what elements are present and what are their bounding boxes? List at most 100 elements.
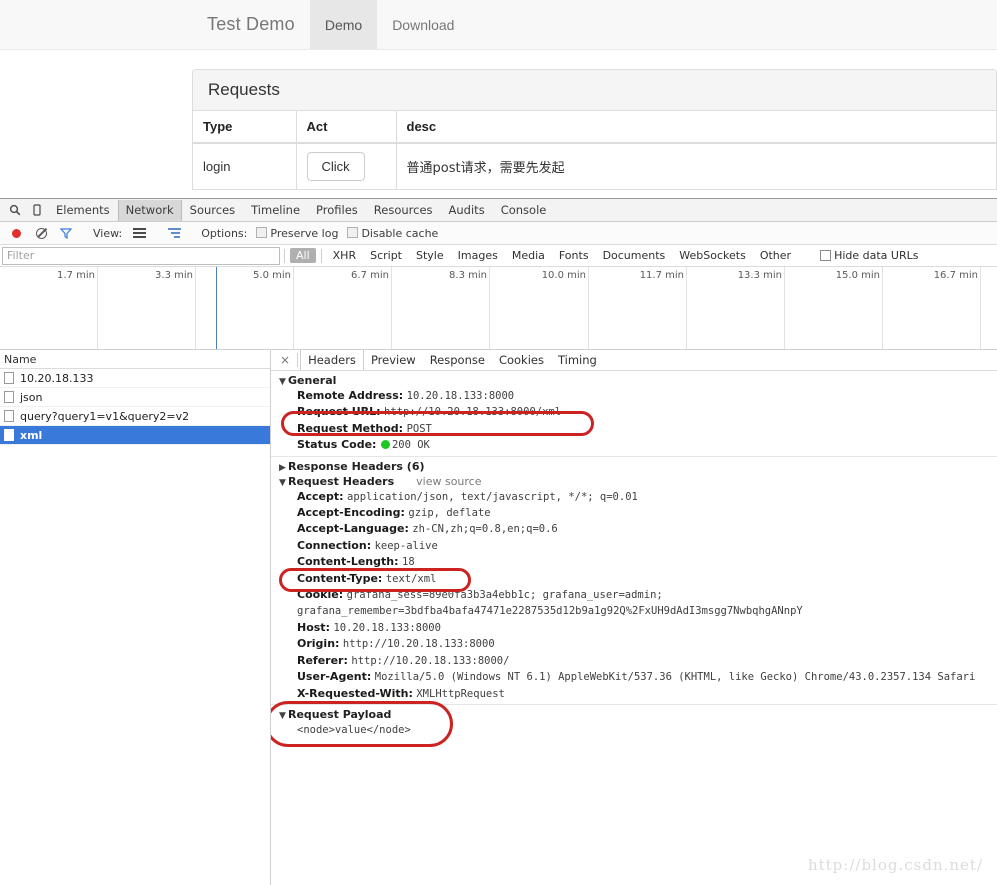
waterfall-view-icon[interactable] [163,223,185,244]
cell-desc: 普通post请求，需要先发起 [396,143,996,190]
header-value: 10.20.18.133:8000 [333,621,441,634]
header-value: text/xml [385,572,437,585]
header-row-request-url: Request URL: http://10.20.18.133:8000/xm… [271,404,997,420]
network-overview[interactable]: 1.7 min 3.3 min 5.0 min 6.7 min 8.3 min … [0,267,997,350]
filter-type-all[interactable]: All [290,248,316,263]
header-key: Referer: [297,653,348,667]
header-value: http://10.20.18.133:8000/xml [384,406,562,419]
section-general-label: General [288,374,337,387]
header-key: Request URL: [297,405,381,419]
header-value: http://10.20.18.133:8000/ [351,654,510,667]
devtools-tab-elements[interactable]: Elements [48,200,118,221]
tab-headers[interactable]: Headers [300,350,364,370]
devtools-tab-audits[interactable]: Audits [441,200,493,221]
header-key: User-Agent: [297,670,372,684]
list-item[interactable]: json [0,388,270,407]
request-list-column-name[interactable]: Name [0,350,270,369]
header-value: gzip, deflate [408,507,491,520]
filter-type-media[interactable]: Media [506,248,551,263]
request-name: xml [20,428,43,442]
chevron-down-icon: ▼ [279,477,286,488]
section-response-headers[interactable]: ▶ Response Headers (6) [271,459,997,474]
filter-type-documents[interactable]: Documents [597,248,672,263]
request-list-pane: Name 10.20.18.133 json query?query1=v1&q… [0,350,271,885]
header-value: Mozilla/5.0 (Windows NT 6.1) AppleWebKit… [374,671,976,684]
section-request-headers-label: Request Headers [288,474,395,488]
chevron-down-icon: ▼ [279,377,286,387]
preserve-log-box[interactable] [256,226,268,238]
tab-timing[interactable]: Timing [551,350,604,370]
header-value: http://10.20.18.133:8000 [342,638,495,651]
network-toolbar: View: Options: Preserve log Disable cach… [0,222,997,245]
header-row: Accept: application/json, text/javascrip… [271,489,997,505]
click-button[interactable]: Click [306,152,365,181]
detail-tabbar: × Headers Preview Response Cookies Timin… [271,350,997,371]
list-view-icon[interactable] [128,223,150,244]
view-label: View: [93,226,123,240]
document-icon [4,372,14,384]
tab-response[interactable]: Response [423,350,492,370]
request-payload-body: <node>value</node> [297,723,411,736]
filter-toolbar: All XHR Script Style Images Media Fonts … [0,245,997,267]
request-name: json [20,390,43,404]
document-icon [4,391,14,403]
nav-tab-demo[interactable]: Demo [309,0,378,49]
hide-data-urls-checkbox[interactable]: Hide data URLs [820,249,918,262]
overview-tick: 3.3 min [155,267,196,349]
header-value: XMLHttpRequest [416,687,505,700]
clear-icon[interactable] [30,223,52,244]
device-toggle-icon[interactable] [26,200,48,221]
tab-preview[interactable]: Preview [364,350,423,370]
network-body: Name 10.20.18.133 json query?query1=v1&q… [0,350,997,885]
section-request-headers[interactable]: ▼ Request Headers view source [271,474,997,489]
funnel-icon[interactable] [55,223,77,244]
view-source-link[interactable]: view source [416,475,481,488]
overview-tick: 6.7 min [351,267,392,349]
devtools-tab-network[interactable]: Network [117,199,182,221]
header-row-user-agent: User-Agent: Mozilla/5.0 (Windows NT 6.1)… [271,669,997,685]
filter-type-xhr[interactable]: XHR [327,248,362,263]
record-icon[interactable] [5,223,27,244]
filter-type-websockets[interactable]: WebSockets [673,248,752,263]
filter-input[interactable] [2,246,280,265]
preserve-log-checkbox[interactable]: Preserve log [256,226,338,240]
overview-tick: 16.7 min [934,267,981,349]
devtools-tab-console[interactable]: Console [493,200,555,221]
section-general[interactable]: ▼ General [271,373,997,388]
disable-cache-box[interactable] [347,226,359,238]
close-icon[interactable]: × [275,353,295,367]
devtools-window: Elements Network Sources Timeline Profil… [0,198,997,885]
request-detail-pane: × Headers Preview Response Cookies Timin… [271,350,997,885]
filter-type-other[interactable]: Other [754,248,797,263]
header-value: 10.20.18.133:8000 [406,390,515,402]
request-name: query?query1=v1&query2=v2 [20,409,190,423]
header-row-status: Status Code: 200 OK [271,437,997,453]
list-item[interactable]: 10.20.18.133 [0,369,270,388]
overview-tick: 1.7 min [57,267,98,349]
section-request-payload-label: Request Payload [288,707,392,721]
section-request-payload[interactable]: ▼ Request Payload [271,707,997,722]
filter-type-script[interactable]: Script [364,248,408,263]
nav-tab-download[interactable]: Download [377,0,469,49]
overview-time-marker [216,267,217,349]
disable-cache-checkbox[interactable]: Disable cache [347,226,438,240]
devtools-tab-sources[interactable]: Sources [182,200,244,221]
header-row-content-type: Content-Type: text/xml [271,571,997,587]
devtools-panel-tabbar: Elements Network Sources Timeline Profil… [0,199,997,222]
navbar-brand[interactable]: Test Demo [192,0,310,49]
devtools-tab-resources[interactable]: Resources [366,200,441,221]
header-key: Accept-Encoding: [297,506,405,520]
search-icon[interactable] [4,200,26,221]
header-key: Status Code: [297,438,377,452]
header-value: grafana_sess=89e0fa3b3a4ebb1c; grafana_u… [297,589,803,618]
filter-type-style[interactable]: Style [410,248,450,263]
filter-type-images[interactable]: Images [452,248,504,263]
devtools-tab-profiles[interactable]: Profiles [308,200,366,221]
filter-type-fonts[interactable]: Fonts [553,248,595,263]
tab-cookies[interactable]: Cookies [492,350,551,370]
header-row: Origin: http://10.20.18.133:8000 [271,636,997,652]
devtools-tab-timeline[interactable]: Timeline [243,200,308,221]
list-item[interactable]: query?query1=v1&query2=v2 [0,407,270,426]
list-item-selected[interactable]: xml [0,426,270,445]
hide-data-urls-box[interactable] [820,250,832,261]
